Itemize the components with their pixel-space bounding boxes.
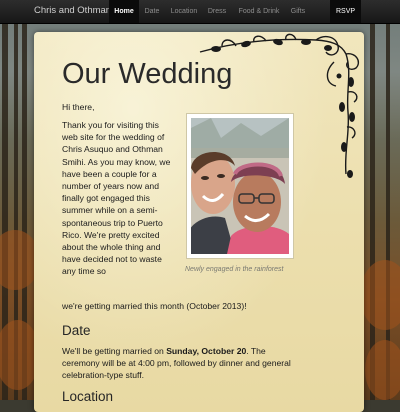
intro-paragraph: Thank you for visiting this web site for… <box>62 120 171 277</box>
nav-food-drink[interactable]: Food & Drink <box>236 0 282 23</box>
nav-location[interactable]: Location <box>168 0 200 23</box>
foliage <box>365 340 400 400</box>
site-brand[interactable]: Chris and Othman <box>34 5 111 16</box>
page-title: Our Wedding <box>62 58 233 90</box>
nav-date[interactable]: Date <box>141 0 163 23</box>
date-heading: Date <box>62 323 91 338</box>
couple-illustration <box>191 118 289 254</box>
nav-rsvp[interactable]: RSVP <box>330 0 361 23</box>
location-heading: Location <box>62 389 114 404</box>
engagement-photo <box>191 118 289 254</box>
nav-home[interactable]: Home <box>109 0 139 23</box>
engagement-photo-frame <box>186 113 294 259</box>
date-paragraph: We'll be getting married on Sunday, Octo… <box>62 345 298 382</box>
photo-caption: Newly engaged in the rainforest <box>185 266 284 273</box>
date-text-start: We'll be getting married on <box>62 346 167 356</box>
greeting-text: Hi there, <box>62 102 95 112</box>
date-highlight: Sunday, October 20 <box>166 346 247 356</box>
nav-dress[interactable]: Dress <box>205 0 229 23</box>
nav-gifts[interactable]: Gifts <box>287 0 309 23</box>
top-navbar: Chris and Othman Home Date Location Dres… <box>0 0 400 24</box>
intro-paragraph-end: we're getting married this month (Octobe… <box>62 301 247 311</box>
